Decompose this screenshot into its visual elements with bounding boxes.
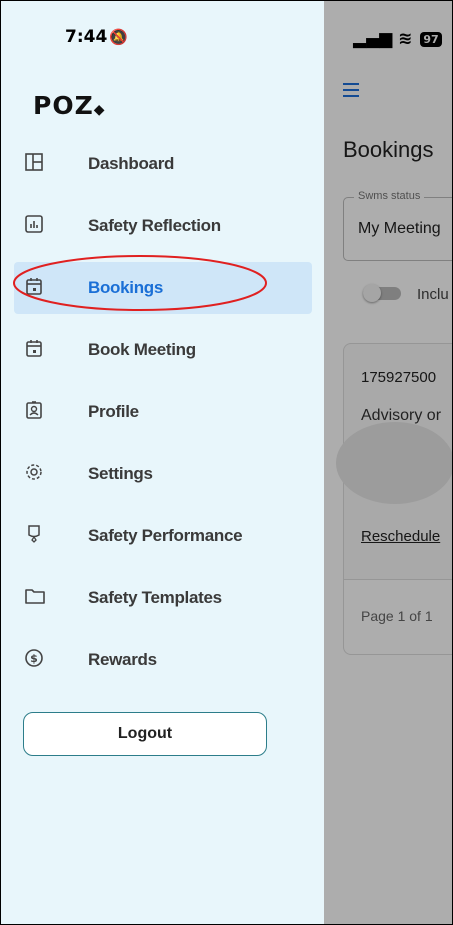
menu-item-label: Safety Templates xyxy=(88,588,222,607)
time-text: 7:44 xyxy=(65,27,108,47)
screen-frame: ▂▄▆ ≋ 97 Bookings Swms status My Meeting… xyxy=(0,0,453,925)
folder-icon xyxy=(24,586,45,608)
menu-item-safety-templates[interactable]: Safety Templates xyxy=(14,572,312,624)
menu-item-rewards[interactable]: $ Rewards xyxy=(14,634,312,686)
dollar-coin-icon: $ xyxy=(24,648,44,670)
gear-icon xyxy=(24,462,44,484)
menu-item-label: Profile xyxy=(88,402,139,421)
bell-muted-icon: 🔕 xyxy=(109,28,128,46)
logout-button[interactable]: Logout xyxy=(23,712,267,756)
menu-item-dashboard[interactable]: Dashboard xyxy=(14,138,312,190)
menu-item-profile[interactable]: Profile xyxy=(14,386,312,438)
status-time: 7:44 🔕 xyxy=(65,27,128,47)
calendar-icon xyxy=(24,276,44,298)
menu-item-label: Dashboard xyxy=(88,154,175,173)
svg-text:$: $ xyxy=(30,652,38,665)
logout-label: Logout xyxy=(117,725,173,742)
menu-item-settings[interactable]: Settings xyxy=(14,448,312,500)
calendar-icon xyxy=(24,338,44,360)
bar-chart-icon xyxy=(24,214,44,236)
menu-item-label: Settings xyxy=(88,464,153,483)
app-logo: POZ◆ xyxy=(33,91,105,120)
menu-item-label: Safety Reflection xyxy=(88,216,221,235)
menu-item-label: Safety Performance xyxy=(88,526,243,545)
profile-badge-icon xyxy=(24,400,44,422)
menu-item-safety-performance[interactable]: Safety Performance xyxy=(14,510,312,562)
navigation-drawer: 7:44 🔕 POZ◆ Dashboard Safety Reflection Boo… xyxy=(1,1,324,924)
menu-item-label: Rewards xyxy=(88,650,157,669)
award-icon xyxy=(24,524,44,546)
logo-text: POZ xyxy=(33,91,94,120)
logo-mark-icon: ◆ xyxy=(93,102,106,118)
menu-item-book-meeting[interactable]: Book Meeting xyxy=(14,324,312,376)
menu-item-label: Book Meeting xyxy=(88,340,196,359)
dashboard-icon xyxy=(24,152,44,174)
menu-item-label: Bookings xyxy=(88,278,164,297)
menu-item-bookings[interactable]: Bookings xyxy=(14,262,312,314)
menu-item-safety-reflection[interactable]: Safety Reflection xyxy=(14,200,312,252)
